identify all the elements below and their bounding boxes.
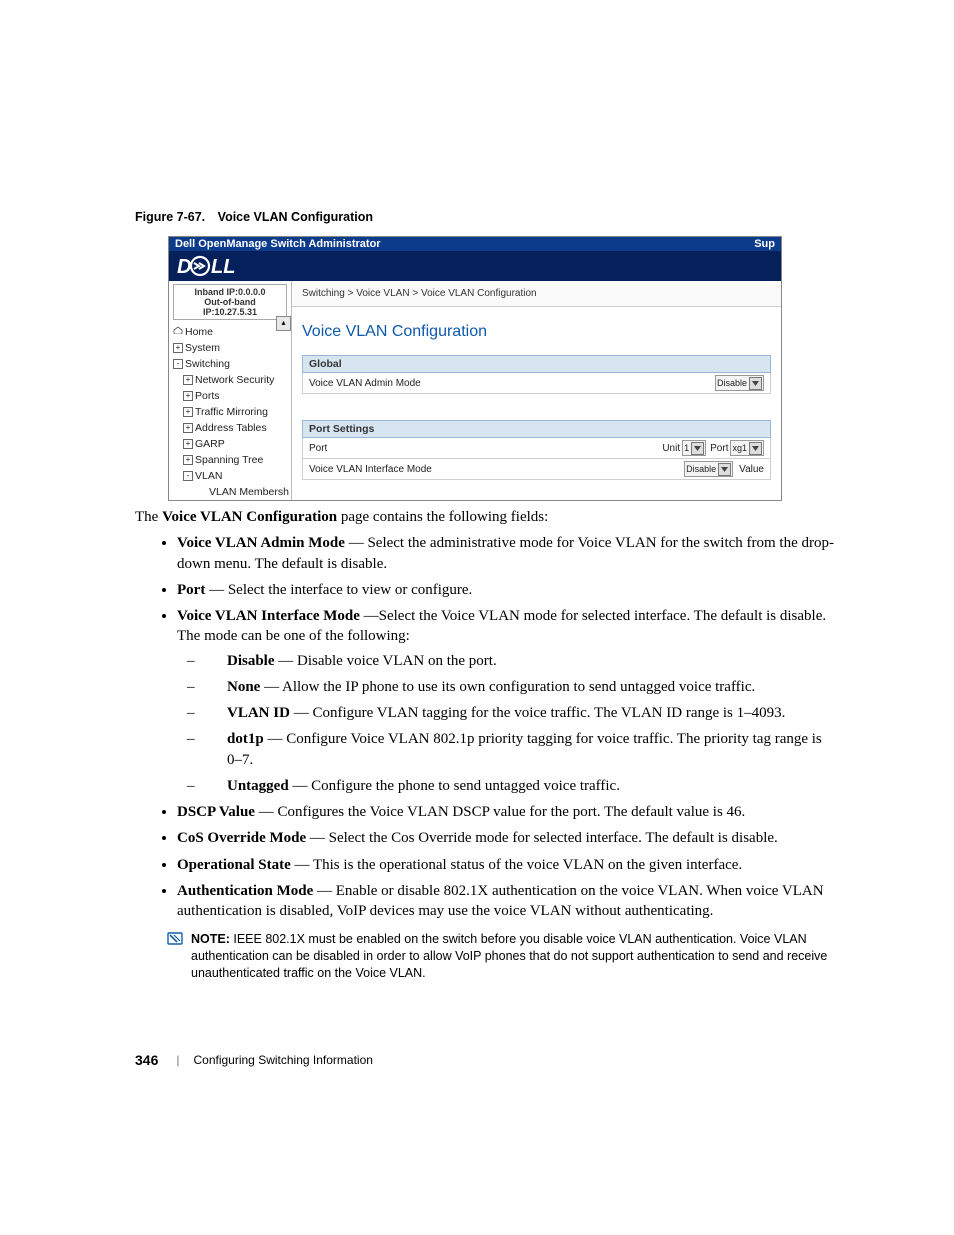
- section-port-settings-header: Port Settings: [302, 420, 771, 438]
- list-item: dot1p — Configure Voice VLAN 802.1p prio…: [207, 729, 834, 770]
- tree-network-security[interactable]: +Network Security: [173, 372, 291, 388]
- row-voice-vlan-admin-mode: Voice VLAN Admin Mode Disable: [302, 373, 771, 394]
- list-item: None — Allow the IP phone to use its own…: [207, 677, 834, 697]
- chevron-down-icon: [749, 377, 762, 390]
- expand-icon[interactable]: +: [183, 375, 193, 385]
- window-titlebar: Dell OpenManage Switch Administrator Sup: [169, 237, 781, 251]
- app-title: Dell OpenManage Switch Administrator: [175, 238, 381, 250]
- mode-sublist: Disable — Disable voice VLAN on the port…: [177, 651, 834, 797]
- list-item: DSCP Value — Configures the Voice VLAN D…: [177, 802, 834, 822]
- chevron-down-icon: [718, 463, 731, 476]
- expand-icon[interactable]: +: [173, 343, 183, 353]
- tree-ports[interactable]: +Ports: [173, 388, 291, 404]
- page-number: 346: [135, 1052, 158, 1068]
- admin-mode-select[interactable]: Disable: [715, 375, 764, 391]
- collapse-icon[interactable]: -: [173, 359, 183, 369]
- titlebar-right-text: Sup: [754, 238, 775, 250]
- port-label: Port: [309, 443, 662, 454]
- page-footer: 346 | Configuring Switching Information: [135, 1052, 834, 1068]
- list-item: CoS Override Mode — Select the Cos Overr…: [177, 828, 834, 848]
- list-item: Operational State — This is the operatio…: [177, 855, 834, 875]
- row-voice-vlan-interface-mode: Voice VLAN Interface Mode Disable Value: [302, 459, 771, 480]
- footer-chapter: Configuring Switching Information: [193, 1053, 372, 1067]
- chevron-down-icon: [749, 442, 762, 455]
- app-screenshot: Dell OpenManage Switch Administrator Sup…: [168, 236, 782, 501]
- unit-label: Unit: [662, 443, 680, 454]
- oob-ip-label: Out-of-band IP:10.27.5.31: [176, 297, 284, 317]
- scroll-up-button[interactable]: ▴: [276, 316, 291, 331]
- figure-caption: Figure 7-67. Voice VLAN Configuration: [135, 210, 834, 224]
- chevron-down-icon: [691, 442, 704, 455]
- list-item: VLAN ID — Configure VLAN tagging for the…: [207, 703, 834, 723]
- svg-text:D: D: [177, 256, 191, 277]
- unit-select[interactable]: 1: [682, 440, 706, 456]
- expand-icon[interactable]: +: [183, 423, 193, 433]
- svg-text:LL: LL: [211, 256, 235, 277]
- content-pane: Switching > Voice VLAN > Voice VLAN Conf…: [292, 281, 781, 500]
- tree-vlan-membership[interactable]: VLAN Membersh: [173, 484, 291, 500]
- port-sel-label: Port: [710, 443, 728, 454]
- nav-sidebar: Inband IP:0.0.0.0 Out-of-band IP:10.27.5…: [169, 281, 292, 500]
- tree-vlan[interactable]: -VLAN: [173, 468, 291, 484]
- tree-traffic-mirroring[interactable]: +Traffic Mirroring: [173, 404, 291, 420]
- field-list: Voice VLAN Admin Mode — Select the admin…: [135, 533, 834, 921]
- tree-spanning-tree[interactable]: +Spanning Tree: [173, 452, 291, 468]
- expand-icon[interactable]: +: [183, 407, 193, 417]
- list-item: Disable — Disable voice VLAN on the port…: [207, 651, 834, 671]
- breadcrumb: Switching > Voice VLAN > Voice VLAN Conf…: [292, 281, 781, 307]
- iface-mode-value-label: Value: [739, 464, 764, 475]
- dell-logo: D LL: [169, 251, 781, 281]
- list-item: Voice VLAN Interface Mode —Select the Vo…: [177, 606, 834, 796]
- expand-icon[interactable]: +: [183, 455, 193, 465]
- collapse-icon[interactable]: -: [183, 471, 193, 481]
- port-select[interactable]: xg1: [730, 440, 764, 456]
- note-block: NOTE: IEEE 802.1X must be enabled on the…: [167, 931, 834, 982]
- note-text: NOTE: IEEE 802.1X must be enabled on the…: [191, 931, 834, 982]
- expand-icon[interactable]: +: [183, 439, 193, 449]
- section-global-header: Global: [302, 355, 771, 373]
- intro-paragraph: The Voice VLAN Configuration page contai…: [135, 507, 834, 527]
- ip-info-box: Inband IP:0.0.0.0 Out-of-band IP:10.27.5…: [173, 284, 287, 320]
- list-item: Untagged — Configure the phone to send u…: [207, 776, 834, 796]
- tree-address-tables[interactable]: +Address Tables: [173, 420, 291, 436]
- tree-system[interactable]: +System: [173, 340, 291, 356]
- list-item: Port — Select the interface to view or c…: [177, 580, 834, 600]
- tree-garp[interactable]: +GARP: [173, 436, 291, 452]
- tree-home[interactable]: Home: [173, 323, 291, 340]
- note-icon: [167, 931, 185, 982]
- nav-tree: Home +System -Switching +Network Securit…: [169, 323, 291, 500]
- iface-mode-select[interactable]: Disable: [684, 461, 733, 477]
- inband-ip-label: Inband IP:0.0.0.0: [176, 287, 284, 297]
- list-item: Authentication Mode — Enable or disable …: [177, 881, 834, 922]
- page-title: Voice VLAN Configuration: [292, 307, 781, 355]
- tree-switching[interactable]: -Switching: [173, 356, 291, 372]
- list-item: Voice VLAN Admin Mode — Select the admin…: [177, 533, 834, 574]
- row-port: Port Unit 1 Port xg1: [302, 438, 771, 459]
- iface-mode-label: Voice VLAN Interface Mode: [309, 464, 682, 475]
- admin-mode-label: Voice VLAN Admin Mode: [309, 378, 713, 389]
- footer-separator: |: [176, 1053, 179, 1067]
- home-icon: [173, 323, 183, 331]
- expand-icon[interactable]: +: [183, 391, 193, 401]
